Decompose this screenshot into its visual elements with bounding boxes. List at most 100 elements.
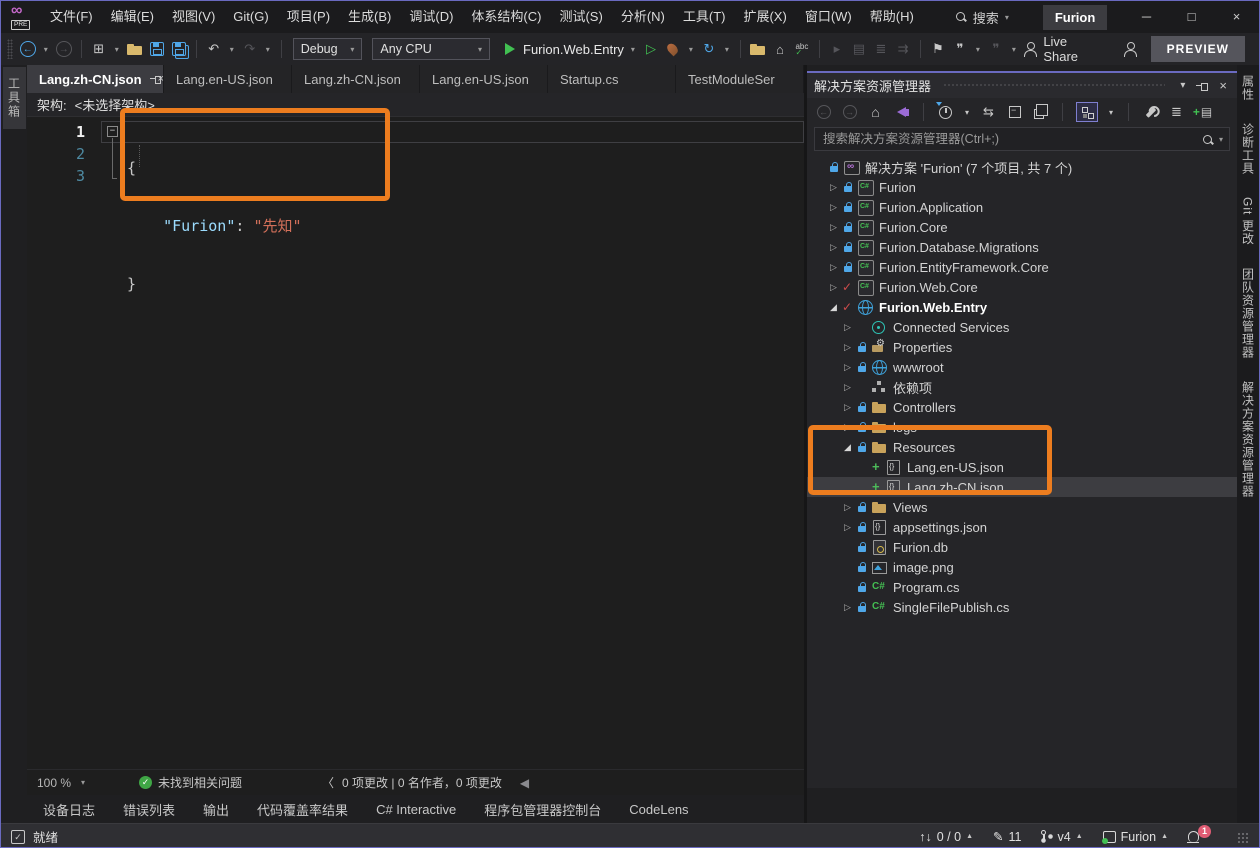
collapse-all-icon[interactable]	[1009, 106, 1021, 118]
sync-with-active-document-icon[interactable]: ⇆	[980, 104, 997, 121]
expander-icon[interactable]	[840, 522, 855, 533]
panel-tab[interactable]: 代码覆盖率结果	[257, 800, 348, 819]
pane-drag-area[interactable]	[943, 83, 1165, 88]
properties-wrench-icon[interactable]	[1145, 107, 1156, 118]
notifications-button[interactable]: 1	[1188, 831, 1211, 842]
panel-tab[interactable]: C# Interactive	[376, 802, 456, 817]
quote-list-icon[interactable]: ❞	[951, 40, 969, 58]
filter-dropdown[interactable]: ▾	[963, 104, 971, 121]
menu-item[interactable]: 编辑(E)	[102, 1, 163, 33]
close-button[interactable]: ×	[1214, 1, 1259, 33]
file-nesting-toggle[interactable]	[1076, 102, 1098, 122]
panel-tab[interactable]: 输出	[203, 800, 229, 819]
auto-hide-pin-icon[interactable]	[1196, 80, 1208, 92]
add-item-icon[interactable]: ▤	[1193, 105, 1212, 119]
solution-search-box[interactable]: ▾	[814, 127, 1230, 151]
tree-row[interactable]: 解决方案 'Furion' (7 个项目, 共 7 个)	[807, 157, 1237, 177]
tree-forward-icon[interactable]: →	[843, 105, 857, 119]
restart-dropdown[interactable]: ▾	[722, 40, 732, 58]
document-tab[interactable]: Lang.zh-CN.json ×	[27, 65, 164, 93]
tree-row[interactable]: Furion.Application	[807, 197, 1237, 217]
tree-row[interactable]: SingleFilePublish.cs	[807, 597, 1237, 617]
git-repo-status[interactable]: Furion ▲	[1103, 830, 1168, 844]
task-status-icon[interactable]: ✓	[11, 830, 25, 844]
preview-button[interactable]: PREVIEW	[1151, 36, 1245, 62]
pane-menu-icon[interactable]: ▾	[1177, 80, 1188, 91]
expander-icon[interactable]	[826, 202, 841, 213]
tree-row[interactable]: image.png	[807, 557, 1237, 577]
expander-icon[interactable]	[826, 282, 841, 293]
git-sync-status[interactable]: ↑↓ 0 / 0 ▲	[919, 830, 973, 844]
expander-icon[interactable]	[840, 322, 855, 333]
navigate-forward-icon[interactable]: →	[56, 41, 72, 57]
search-box[interactable]: 搜索 ▾	[947, 5, 1017, 29]
menu-item[interactable]: Git(G)	[224, 1, 277, 33]
startup-project-label[interactable]: Furion.Web.Entry	[523, 42, 624, 57]
menu-item[interactable]: 视图(V)	[163, 1, 224, 33]
tree-back-icon[interactable]: ←	[817, 105, 831, 119]
tree-row[interactable]: Furion.Core	[807, 217, 1237, 237]
comment-pointer-icon[interactable]: ▸	[828, 40, 846, 58]
menu-item[interactable]: 帮助(H)	[861, 1, 923, 33]
docked-vertical-tab[interactable]: Git 更改	[1237, 195, 1260, 248]
menu-item[interactable]: 体系结构(C)	[462, 1, 550, 33]
expander-icon[interactable]	[840, 602, 855, 613]
bookmark-icon[interactable]: ⚑	[929, 40, 947, 58]
tree-row[interactable]: Furion	[807, 177, 1237, 197]
expander-icon[interactable]	[840, 402, 855, 413]
tree-row[interactable]: Connected Services	[807, 317, 1237, 337]
docked-vertical-tab[interactable]: 属性	[1237, 73, 1260, 103]
resize-grip[interactable]	[1237, 832, 1249, 844]
toolbox-vertical-tab[interactable]: 工具箱	[3, 67, 26, 129]
expander-icon[interactable]	[826, 182, 841, 193]
feedback-person-icon[interactable]	[1123, 42, 1137, 56]
expander-icon[interactable]	[840, 442, 855, 453]
zoom-control[interactable]: 100 % ▾	[27, 776, 103, 790]
copy-structure-icon[interactable]: ▤	[850, 40, 868, 58]
expander-icon[interactable]	[840, 362, 855, 373]
start-debug-icon[interactable]	[505, 43, 515, 55]
spellcheck-icon[interactable]: abc	[795, 42, 808, 57]
tree-row[interactable]: appsettings.json	[807, 517, 1237, 537]
save-all-icon[interactable]	[172, 42, 186, 56]
tree-row[interactable]: Resources	[807, 437, 1237, 457]
expander-icon[interactable]	[826, 262, 841, 273]
expander-icon[interactable]	[840, 502, 855, 513]
decrease-indent-icon[interactable]: ≣	[872, 40, 890, 58]
navigate-back-dropdown[interactable]: ▾	[41, 40, 51, 58]
toolbar-drag-handle[interactable]	[7, 39, 13, 59]
document-tab[interactable]: TestModuleSer ×	[676, 65, 804, 93]
expander-icon[interactable]	[826, 222, 841, 233]
home-icon[interactable]: ⌂	[867, 104, 884, 121]
pending-changes-filter-icon[interactable]	[939, 106, 952, 119]
tree-row[interactable]: Views	[807, 497, 1237, 517]
panel-tab[interactable]: CodeLens	[629, 802, 688, 817]
tree-row[interactable]: Furion.Database.Migrations	[807, 237, 1237, 257]
solution-explorer-home-icon[interactable]: ⌂	[771, 40, 789, 58]
menu-item[interactable]: 测试(S)	[550, 1, 611, 33]
document-tab[interactable]: Lang.zh-CN.json ×	[292, 65, 420, 93]
open-file-icon[interactable]	[127, 42, 143, 56]
solution-name-badge[interactable]: Furion	[1043, 5, 1107, 30]
tree-row[interactable]: Program.cs	[807, 577, 1237, 597]
expander-icon[interactable]	[826, 302, 841, 313]
solution-configuration-combo[interactable]: Debug ▾	[293, 38, 363, 60]
file-nesting-dropdown[interactable]: ▾	[1107, 104, 1115, 121]
hot-reload-dropdown[interactable]: ▾	[686, 40, 696, 58]
solution-search-input[interactable]	[821, 131, 1196, 147]
menu-item[interactable]: 调试(D)	[400, 1, 462, 33]
undo-dropdown[interactable]: ▾	[227, 40, 237, 58]
tree-row[interactable]: Lang.zh-CN.json	[807, 477, 1237, 497]
tree-row[interactable]: Furion.db	[807, 537, 1237, 557]
git-branch-status[interactable]: v4 ▲	[1041, 830, 1082, 844]
pane-close-icon[interactable]: ×	[1216, 78, 1230, 93]
architecture-value[interactable]: <未选择架构>	[75, 95, 155, 114]
tree-row[interactable]: Furion.EntityFramework.Core	[807, 257, 1237, 277]
redo-dropdown[interactable]: ▾	[263, 40, 273, 58]
solution-platform-combo[interactable]: Any CPU ▾	[372, 38, 490, 60]
document-tab[interactable]: Startup.cs ×	[548, 65, 676, 93]
tree-row[interactable]: Furion.Web.Entry	[807, 297, 1237, 317]
live-share-button[interactable]: Live Share	[1023, 34, 1103, 64]
increase-indent-icon[interactable]: ⇉	[894, 40, 912, 58]
scroll-left-icon[interactable]: ◀	[520, 776, 529, 790]
